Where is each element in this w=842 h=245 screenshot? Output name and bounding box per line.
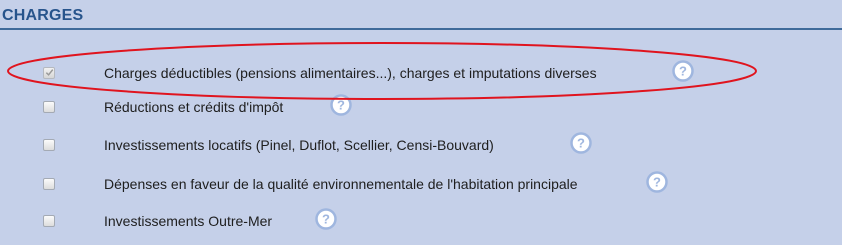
option-row-environmental-expenses: Dépenses en faveur de la qualité environ… bbox=[0, 171, 842, 197]
option-row-rental-investments: Investissements locatifs (Pinel, Duflot,… bbox=[0, 132, 842, 158]
question-mark-icon[interactable]: ? bbox=[315, 208, 337, 230]
overseas-investments-label: Investissements Outre-Mer bbox=[104, 213, 273, 229]
section-title: CHARGES bbox=[2, 7, 84, 24]
section-header: CHARGES bbox=[0, 0, 842, 30]
deductible-charges-checkbox[interactable] bbox=[43, 67, 55, 79]
option-row-deductible-charges: Charges déductibles (pensions alimentair… bbox=[0, 60, 842, 86]
question-mark-icon[interactable]: ? bbox=[672, 60, 694, 82]
question-mark-icon[interactable]: ? bbox=[330, 94, 352, 116]
overseas-investments-checkbox[interactable] bbox=[43, 215, 55, 227]
option-row-tax-reductions: Réductions et crédits d'impôt ? bbox=[0, 94, 842, 120]
option-row-overseas-investments: Investissements Outre-Mer ? bbox=[0, 208, 842, 234]
svg-text:?: ? bbox=[577, 136, 585, 151]
tax-reductions-label: Réductions et crédits d'impôt bbox=[104, 99, 284, 115]
environmental-expenses-label: Dépenses en faveur de la qualité environ… bbox=[104, 176, 578, 192]
deductible-charges-label: Charges déductibles (pensions alimentair… bbox=[104, 65, 597, 81]
svg-text:?: ? bbox=[337, 98, 345, 113]
svg-text:?: ? bbox=[653, 175, 661, 190]
svg-text:?: ? bbox=[679, 64, 687, 79]
question-mark-icon[interactable]: ? bbox=[570, 132, 592, 154]
highlight-ellipse bbox=[7, 42, 757, 100]
question-mark-icon[interactable]: ? bbox=[646, 171, 668, 193]
tax-reductions-checkbox[interactable] bbox=[43, 101, 55, 113]
checkmark-icon bbox=[45, 69, 54, 76]
environmental-expenses-checkbox[interactable] bbox=[43, 178, 55, 190]
rental-investments-label: Investissements locatifs (Pinel, Duflot,… bbox=[104, 137, 494, 153]
rental-investments-checkbox[interactable] bbox=[43, 139, 55, 151]
svg-text:?: ? bbox=[322, 212, 330, 227]
